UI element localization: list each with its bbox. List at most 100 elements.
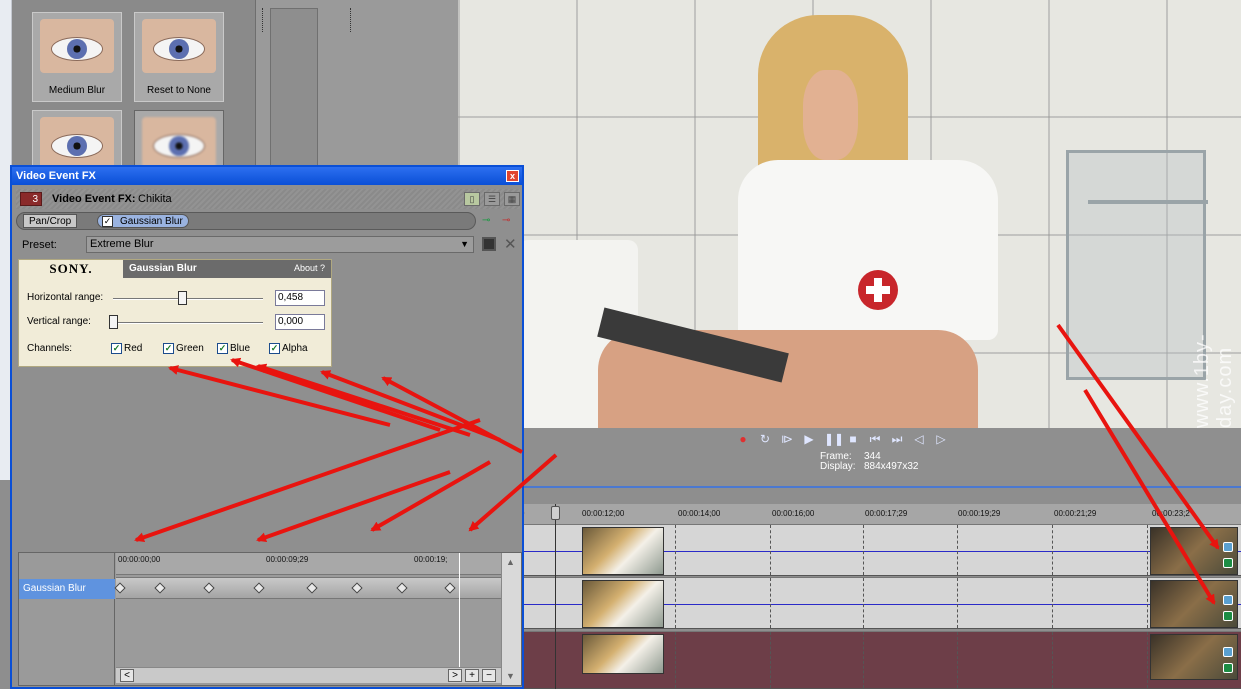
pan-crop-icon[interactable] [1223, 542, 1233, 552]
pan-crop-icon[interactable] [1223, 647, 1233, 657]
preset-tile-reset-to-none[interactable]: Reset to None [134, 12, 224, 102]
horizontal-range-slider[interactable] [113, 298, 263, 300]
pause-icon[interactable]: ❚❚ [824, 432, 844, 446]
scroll-left-button[interactable]: < [120, 669, 134, 682]
keyframe-marker[interactable] [253, 582, 265, 594]
fx-count-badge: 3 [20, 192, 42, 206]
keyframe-marker[interactable] [444, 582, 456, 594]
chain-pan-crop-button[interactable]: Pan/Crop [23, 214, 78, 228]
grid-line [863, 525, 864, 575]
vertical-range-slider[interactable] [113, 322, 263, 324]
scroll-up-icon[interactable]: ▲ [506, 557, 515, 567]
grid-line [957, 632, 958, 688]
play-icon[interactable]: ▶ [802, 432, 816, 446]
keyframe-marker[interactable] [396, 582, 408, 594]
video-track-3[interactable] [520, 631, 1241, 689]
keyframe-marker[interactable] [203, 582, 215, 594]
ruler-tick-label: 00:00:17;29 [865, 509, 908, 518]
fx-header-label: Video Event FX: [52, 193, 136, 205]
keyframe-marker[interactable] [154, 582, 166, 594]
panel-gutter [270, 8, 318, 170]
ruler-tick-label: 00:00:23;2 [1152, 509, 1190, 518]
video-clip[interactable] [1150, 580, 1238, 628]
video-track-2[interactable] [520, 577, 1241, 629]
plugin-chain-icon[interactable]: ⊸ [482, 215, 498, 227]
zoom-out-button[interactable]: − [482, 669, 496, 682]
save-preset-icon[interactable] [482, 237, 496, 251]
preset-tile[interactable] [134, 110, 224, 170]
channel-red-checkbox[interactable]: ✓ Red [111, 343, 142, 354]
video-clip[interactable] [582, 580, 664, 628]
grid-line [1147, 525, 1148, 575]
keyframe-row-gaussian-blur[interactable]: Gaussian Blur [19, 579, 115, 599]
preview-cabinet [1066, 150, 1206, 380]
channel-alpha-checkbox[interactable]: ✓ Alpha [269, 343, 308, 354]
keyframe-track[interactable] [114, 577, 501, 599]
grip-handle[interactable] [350, 8, 353, 32]
ruler-tick-label: 00:00:14;00 [678, 509, 721, 518]
remove-plugin-icon[interactable]: ⊸ [502, 215, 518, 227]
about-link[interactable]: About ? [294, 263, 325, 273]
pan-crop-icon[interactable] [1223, 595, 1233, 605]
video-track-1[interactable] [520, 524, 1241, 576]
zoom-in-button[interactable]: + [465, 669, 479, 682]
vertical-range-input[interactable]: 0,000 [275, 314, 325, 330]
horizontal-range-thumb[interactable] [177, 291, 187, 305]
prev-frame-icon[interactable]: ⏮ [868, 432, 882, 446]
next-marker-icon[interactable]: ▷ [934, 432, 948, 446]
fx-header-event-name: Chikita [138, 193, 172, 205]
plugin-enabled-checkbox[interactable]: ✓ [102, 216, 113, 227]
horizontal-range-input[interactable]: 0,458 [275, 290, 325, 306]
scroll-right-button[interactable]: > [448, 669, 462, 682]
checkbox-label: Red [124, 343, 143, 354]
preset-select[interactable]: Extreme Blur ▼ [86, 236, 474, 253]
event-fx-icon[interactable] [1223, 663, 1233, 673]
keyframe-marker[interactable] [306, 582, 318, 594]
video-clip[interactable] [582, 527, 664, 575]
loop-icon[interactable]: ↻ [758, 432, 772, 446]
stop-icon[interactable]: ■ [846, 432, 860, 446]
video-clip[interactable] [582, 634, 664, 674]
next-frame-icon[interactable]: ⏭ [890, 432, 904, 446]
event-fx-icon[interactable] [1223, 611, 1233, 621]
vertical-range-thumb[interactable] [109, 315, 118, 329]
grid-view-icon[interactable]: ▦ [504, 192, 520, 206]
preset-tile[interactable] [32, 110, 122, 170]
horizontal-scrollbar[interactable]: < > + − [116, 667, 501, 683]
scroll-down-icon[interactable]: ▼ [506, 671, 515, 681]
keyframe-ruler[interactable]: 00:00:00;00 00:00:09;29 00:00:19; [116, 553, 501, 575]
grid-line [957, 525, 958, 575]
video-clip[interactable] [1150, 634, 1238, 680]
video-clip[interactable] [1150, 527, 1238, 575]
channel-green-checkbox[interactable]: ✓ Green [163, 343, 204, 354]
checkbox-box: ✓ [269, 343, 280, 354]
play-from-start-icon[interactable]: ⧐ [780, 432, 794, 446]
preview-subject-body [738, 160, 998, 340]
vertical-scrollbar[interactable]: ▲ ▼ [501, 553, 521, 685]
close-button[interactable]: x [506, 170, 519, 182]
record-icon[interactable]: ● [736, 432, 750, 446]
delete-preset-icon[interactable]: ✕ [504, 235, 517, 253]
split-view-icon[interactable]: ▯ [464, 192, 480, 206]
preset-label: Reset to None [147, 85, 211, 96]
event-fx-icon[interactable] [1223, 558, 1233, 568]
ruler-tick-label: 00:00:19;29 [958, 509, 1001, 518]
ruler-tick-label: 00:00:19; [414, 555, 448, 564]
grip-handle[interactable] [262, 8, 265, 32]
ruler-tick-label: 00:00:12;00 [582, 509, 625, 518]
chain-gaussian-blur-button[interactable]: ✓ Gaussian Blur [97, 214, 189, 228]
video-event-fx-window: Video Event FX x 3 Video Event FX: Chiki… [10, 165, 524, 689]
playhead-handle[interactable] [551, 506, 560, 520]
timeline-ruler[interactable]: 0 00:00:12;00 00:00:14;00 00:00:16;00 00… [520, 504, 1241, 526]
prev-marker-icon[interactable]: ◁ [912, 432, 926, 446]
list-view-icon[interactable]: ☰ [484, 192, 500, 206]
preset-tile-medium-blur[interactable]: Medium Blur [32, 12, 122, 102]
keyframe-marker[interactable] [114, 582, 126, 594]
playhead-line [555, 504, 556, 689]
grid-line [1052, 632, 1053, 688]
vegas-editor: Medium Blur Reset to None www.1by-day.co… [0, 0, 1241, 689]
preset-label: Medium Blur [48, 85, 106, 96]
keyframe-marker[interactable] [351, 582, 363, 594]
checkbox-label: Green [176, 343, 204, 354]
channel-blue-checkbox[interactable]: ✓ Blue [217, 343, 250, 354]
